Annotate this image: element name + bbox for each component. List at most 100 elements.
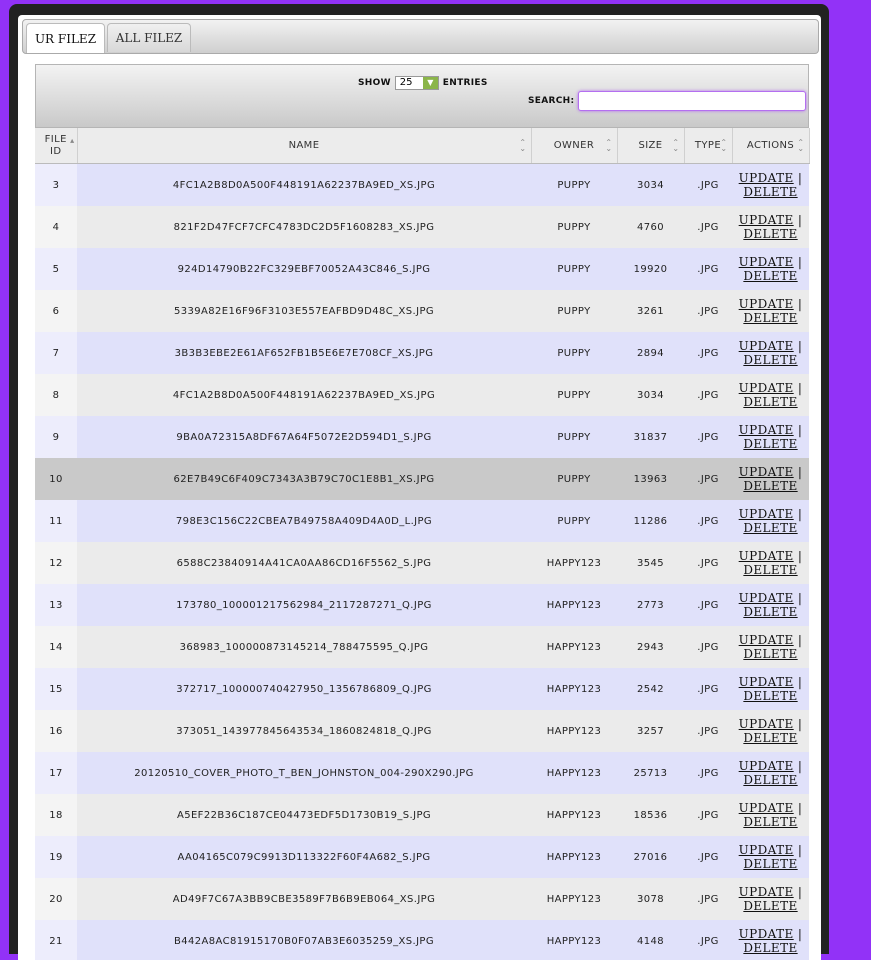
delete-link[interactable]: DELETE [743, 521, 797, 535]
column-header-owner[interactable]: OWNER⌃⌄ [531, 128, 617, 164]
column-header-name[interactable]: NAME⌃⌄ [77, 128, 531, 164]
cell-file-id: 12 [35, 542, 77, 584]
update-link[interactable]: UPDATE [739, 171, 794, 185]
table-row: 126588C23840914A41CA0AA86CD16F5562_S.JPG… [35, 542, 809, 584]
cell-owner: PUPPY [531, 206, 617, 248]
update-link[interactable]: UPDATE [739, 843, 794, 857]
cell-actions: UPDATE |DELETE [732, 374, 809, 416]
cell-type: .JPG [684, 920, 732, 960]
delete-link[interactable]: DELETE [743, 731, 797, 745]
update-link[interactable]: UPDATE [739, 759, 794, 773]
delete-link[interactable]: DELETE [743, 437, 797, 451]
cell-actions: UPDATE |DELETE [732, 794, 809, 836]
search-input[interactable] [578, 91, 806, 111]
column-header-label: OWNER [554, 140, 595, 151]
delete-link[interactable]: DELETE [743, 689, 797, 703]
cell-type: .JPG [684, 836, 732, 878]
column-header-label: SIZE [638, 140, 662, 151]
update-link[interactable]: UPDATE [739, 297, 794, 311]
table-row: 20AD49F7C67A3BB9CBE3589F7B6B9EB064_XS.JP… [35, 878, 809, 920]
cell-type: .JPG [684, 878, 732, 920]
update-link[interactable]: UPDATE [739, 465, 794, 479]
column-header-actions[interactable]: ACTIONS⌃⌄ [732, 128, 809, 164]
cell-owner: HAPPY123 [531, 752, 617, 794]
update-link[interactable]: UPDATE [739, 213, 794, 227]
delete-link[interactable]: DELETE [743, 647, 797, 661]
cell-owner: PUPPY [531, 332, 617, 374]
update-link[interactable]: UPDATE [739, 339, 794, 353]
sort-icon: ⌃⌄ [672, 140, 679, 152]
cell-type: .JPG [684, 206, 732, 248]
update-link[interactable]: UPDATE [739, 423, 794, 437]
table-row: 18A5EF22B36C187CE04473EDF5D1730B19_S.JPG… [35, 794, 809, 836]
cell-type: .JPG [684, 542, 732, 584]
cell-name: 6588C23840914A41CA0AA86CD16F5562_S.JPG [77, 542, 531, 584]
delete-link[interactable]: DELETE [743, 941, 797, 955]
delete-link[interactable]: DELETE [743, 353, 797, 367]
files-table: FILE ID▴ NAME⌃⌄ OWNER⌃⌄ SIZE ⌃⌄ TYPE⌃⌄ AC… [35, 128, 810, 960]
update-link[interactable]: UPDATE [739, 927, 794, 941]
table-row: 19AA04165C079C9913D113322F60F4A682_S.JPG… [35, 836, 809, 878]
cell-type: .JPG [684, 584, 732, 626]
delete-link[interactable]: DELETE [743, 605, 797, 619]
update-link[interactable]: UPDATE [739, 549, 794, 563]
update-link[interactable]: UPDATE [739, 591, 794, 605]
action-separator: | [798, 465, 802, 479]
cell-size: 2542 [617, 668, 684, 710]
cell-size: 27016 [617, 836, 684, 878]
update-link[interactable]: UPDATE [739, 885, 794, 899]
tab-ur-filez[interactable]: UR FILEZ [26, 23, 105, 53]
cell-actions: UPDATE |DELETE [732, 290, 809, 332]
column-header-file-id[interactable]: FILE ID▴ [35, 128, 77, 164]
delete-link[interactable]: DELETE [743, 185, 797, 199]
update-link[interactable]: UPDATE [739, 717, 794, 731]
table-header-row: FILE ID▴ NAME⌃⌄ OWNER⌃⌄ SIZE ⌃⌄ TYPE⌃⌄ AC… [35, 128, 809, 164]
cell-owner: HAPPY123 [531, 836, 617, 878]
cell-file-id: 7 [35, 332, 77, 374]
cell-actions: UPDATE |DELETE [732, 248, 809, 290]
action-separator: | [798, 339, 802, 353]
cell-type: .JPG [684, 374, 732, 416]
cell-actions: UPDATE |DELETE [732, 206, 809, 248]
cell-size: 2894 [617, 332, 684, 374]
cell-owner: HAPPY123 [531, 878, 617, 920]
action-separator: | [798, 843, 802, 857]
cell-file-id: 14 [35, 626, 77, 668]
cell-owner: PUPPY [531, 416, 617, 458]
delete-link[interactable]: DELETE [743, 311, 797, 325]
cell-file-id: 21 [35, 920, 77, 960]
delete-link[interactable]: DELETE [743, 269, 797, 283]
cell-actions: UPDATE |DELETE [732, 668, 809, 710]
delete-link[interactable]: DELETE [743, 395, 797, 409]
cell-type: .JPG [684, 290, 732, 332]
delete-link[interactable]: DELETE [743, 857, 797, 871]
table-row: 14368983_100000873145214_788475595_Q.JPG… [35, 626, 809, 668]
table-row: 4821F2D47FCF7CFC4783DC2D5F1608283_XS.JPG… [35, 206, 809, 248]
table-row: 21B442A8AC81915170B0F07AB3E6035259_XS.JP… [35, 920, 809, 960]
delete-link[interactable]: DELETE [743, 227, 797, 241]
cell-file-id: 19 [35, 836, 77, 878]
update-link[interactable]: UPDATE [739, 381, 794, 395]
cell-size: 13963 [617, 458, 684, 500]
delete-link[interactable]: DELETE [743, 563, 797, 577]
column-header-type[interactable]: TYPE⌃⌄ [684, 128, 732, 164]
action-separator: | [798, 591, 802, 605]
column-header-size[interactable]: SIZE ⌃⌄ [617, 128, 684, 164]
delete-link[interactable]: DELETE [743, 479, 797, 493]
update-link[interactable]: UPDATE [739, 675, 794, 689]
update-link[interactable]: UPDATE [739, 255, 794, 269]
table-row: 5924D14790B22FC329EBF70052A43C846_S.JPGP… [35, 248, 809, 290]
update-link[interactable]: UPDATE [739, 507, 794, 521]
update-link[interactable]: UPDATE [739, 801, 794, 815]
column-header-label: NAME [289, 140, 320, 151]
action-separator: | [798, 171, 802, 185]
tab-all-filez[interactable]: ALL FILEZ [107, 23, 191, 52]
delete-link[interactable]: DELETE [743, 899, 797, 913]
action-separator: | [798, 507, 802, 521]
action-separator: | [798, 759, 802, 773]
cell-type: .JPG [684, 710, 732, 752]
delete-link[interactable]: DELETE [743, 815, 797, 829]
update-link[interactable]: UPDATE [739, 633, 794, 647]
delete-link[interactable]: DELETE [743, 773, 797, 787]
entries-select[interactable]: 25 ▼ [395, 76, 439, 90]
